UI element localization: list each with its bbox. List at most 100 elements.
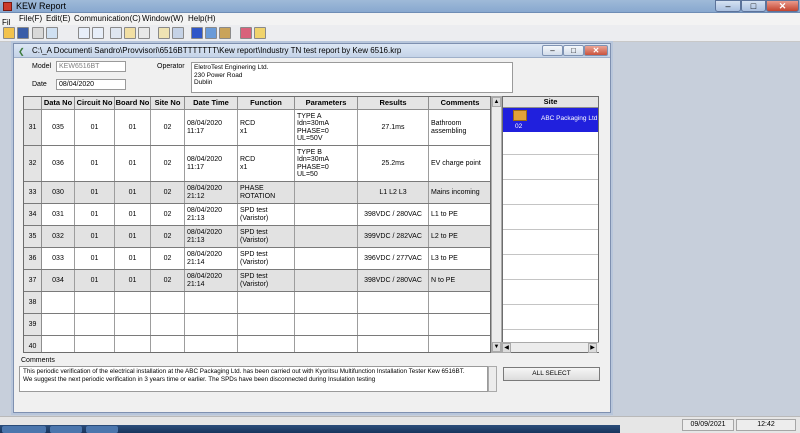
table-cell[interactable]: 08/04/2020 21:13: [185, 226, 238, 247]
table-cell[interactable]: 02: [151, 270, 185, 291]
table-cell[interactable]: [185, 292, 238, 313]
table-cell[interactable]: [358, 336, 429, 352]
table-cell[interactable]: [115, 314, 151, 335]
table-cell[interactable]: [75, 336, 115, 352]
site-horizontal-scrollbar[interactable]: ◀ ▶: [502, 342, 599, 353]
model-field[interactable]: KEW6516BT: [56, 61, 126, 72]
table-row[interactable]: 38: [24, 292, 490, 314]
settings-icon[interactable]: [172, 27, 184, 39]
table-cell[interactable]: TYPE A Idn=30mA PHASE=0 UL=50V: [295, 110, 358, 145]
close-button[interactable]: ✕: [766, 0, 799, 12]
table-cell[interactable]: 08/04/2020 21:14: [185, 270, 238, 291]
table-cell[interactable]: [42, 292, 75, 313]
minimize-button[interactable]: –: [715, 0, 741, 12]
table-cell[interactable]: [185, 336, 238, 352]
row-number[interactable]: 32: [24, 146, 42, 181]
column-header[interactable]: Function: [238, 97, 295, 110]
table-cell[interactable]: 031: [42, 204, 75, 225]
scroll-left-icon[interactable]: ◀: [502, 343, 511, 353]
menu-file-short[interactable]: Fil: [2, 18, 10, 27]
table-cell[interactable]: 02: [151, 248, 185, 269]
date-field[interactable]: 08/04/2020: [56, 79, 126, 90]
table-row[interactable]: 35 032 01 01 02 08/04/2020 21:13 SPD test (Varis…: [24, 226, 490, 248]
table-cell[interactable]: 01: [115, 182, 151, 203]
help-icon[interactable]: [254, 27, 266, 39]
table-cell[interactable]: 396VDC / 277VAC: [358, 248, 429, 269]
table-row[interactable]: 36 033 01 01 02 08/04/2020 21:14 SPD test (Varis…: [24, 248, 490, 270]
table-cell[interactable]: L2 to PE: [429, 226, 490, 247]
tools-icon[interactable]: [219, 27, 231, 39]
copy-icon[interactable]: [110, 27, 122, 39]
table-cell[interactable]: 030: [42, 182, 75, 203]
table-cell[interactable]: [75, 314, 115, 335]
row-number[interactable]: 35: [24, 226, 42, 247]
row-number[interactable]: 40: [24, 336, 42, 352]
table-cell[interactable]: [295, 292, 358, 313]
scroll-down-icon[interactable]: ▼: [492, 342, 501, 352]
menu-window[interactable]: Window(W): [142, 14, 183, 23]
table-cell[interactable]: [151, 292, 185, 313]
table-cell[interactable]: 01: [115, 270, 151, 291]
table-row[interactable]: 34 031 01 01 02 08/04/2020 21:13 SPD test (Varis…: [24, 204, 490, 226]
table-cell[interactable]: [429, 314, 490, 335]
table-cell[interactable]: 01: [75, 204, 115, 225]
table-cell[interactable]: 01: [115, 226, 151, 247]
table-cell[interactable]: [358, 314, 429, 335]
table-cell[interactable]: SPD test (Varistor): [238, 204, 295, 225]
table-cell[interactable]: [238, 336, 295, 352]
doc-maximize-button[interactable]: □: [563, 45, 584, 56]
print-preview-icon[interactable]: [46, 27, 58, 39]
table-vertical-scrollbar[interactable]: ▲ ▼: [491, 96, 502, 353]
table-cell[interactable]: [115, 336, 151, 352]
maximize-button[interactable]: □: [741, 0, 766, 12]
table-cell[interactable]: 01: [115, 146, 151, 181]
table-cell[interactable]: 01: [75, 182, 115, 203]
table-cell[interactable]: 034: [42, 270, 75, 291]
table-row[interactable]: 33 030 01 01 02 08/04/2020 21:12 PHASE ROTATION L…: [24, 182, 490, 204]
site-list[interactable]: Site 02 ABC Packaging Ltd: [502, 96, 599, 353]
menu-help[interactable]: Help(H): [188, 14, 216, 23]
table-cell[interactable]: 398VDC / 280VAC: [358, 204, 429, 225]
operator-field[interactable]: EletroTest Enginering Ltd. 230 Power Roa…: [191, 62, 513, 93]
menu-edit[interactable]: Edit(E): [46, 14, 70, 23]
table-cell[interactable]: 02: [151, 110, 185, 145]
table-cell[interactable]: 01: [75, 226, 115, 247]
column-header[interactable]: Data No: [42, 97, 75, 110]
column-header[interactable]: Parameters: [295, 97, 358, 110]
table-cell[interactable]: 01: [115, 110, 151, 145]
table-cell[interactable]: L1 L2 L3: [358, 182, 429, 203]
table-cell[interactable]: 08/04/2020 11:17: [185, 110, 238, 145]
scroll-right-icon[interactable]: ▶: [588, 343, 597, 353]
cut-icon[interactable]: [138, 27, 150, 39]
column-header[interactable]: Site No: [151, 97, 185, 110]
results-table[interactable]: Data No Circuit No Board No Site No Date…: [23, 96, 491, 353]
taskbar-button[interactable]: [86, 426, 118, 433]
column-header[interactable]: Date Time: [185, 97, 238, 110]
table-cell[interactable]: 27.1ms: [358, 110, 429, 145]
table-cell[interactable]: [429, 292, 490, 313]
table-cell[interactable]: 01: [75, 146, 115, 181]
table-cell[interactable]: [75, 292, 115, 313]
redo-icon[interactable]: [92, 27, 104, 39]
column-header[interactable]: Circuit No: [75, 97, 115, 110]
table-cell[interactable]: [238, 292, 295, 313]
clear-icon[interactable]: [240, 27, 252, 39]
table-cell[interactable]: 036: [42, 146, 75, 181]
comments-textarea[interactable]: This periodic verification of the electr…: [19, 366, 488, 392]
table-row[interactable]: 37 034 01 01 02 08/04/2020 21:14 SPD test (Varis…: [24, 270, 490, 292]
table-cell[interactable]: 01: [75, 248, 115, 269]
row-number[interactable]: 39: [24, 314, 42, 335]
taskbar-button[interactable]: [50, 426, 82, 433]
table-cell[interactable]: N to PE: [429, 270, 490, 291]
download-icon[interactable]: [191, 27, 203, 39]
table-cell[interactable]: RCD x1: [238, 110, 295, 145]
column-header[interactable]: Board No: [115, 97, 151, 110]
menu-file[interactable]: File(F): [19, 14, 42, 23]
table-cell[interactable]: 08/04/2020 21:14: [185, 248, 238, 269]
table-cell[interactable]: [295, 270, 358, 291]
row-number[interactable]: 34: [24, 204, 42, 225]
table-cell[interactable]: [151, 314, 185, 335]
table-cell[interactable]: [151, 336, 185, 352]
table-cell[interactable]: 399VDC / 282VAC: [358, 226, 429, 247]
table-row[interactable]: 40: [24, 336, 490, 352]
